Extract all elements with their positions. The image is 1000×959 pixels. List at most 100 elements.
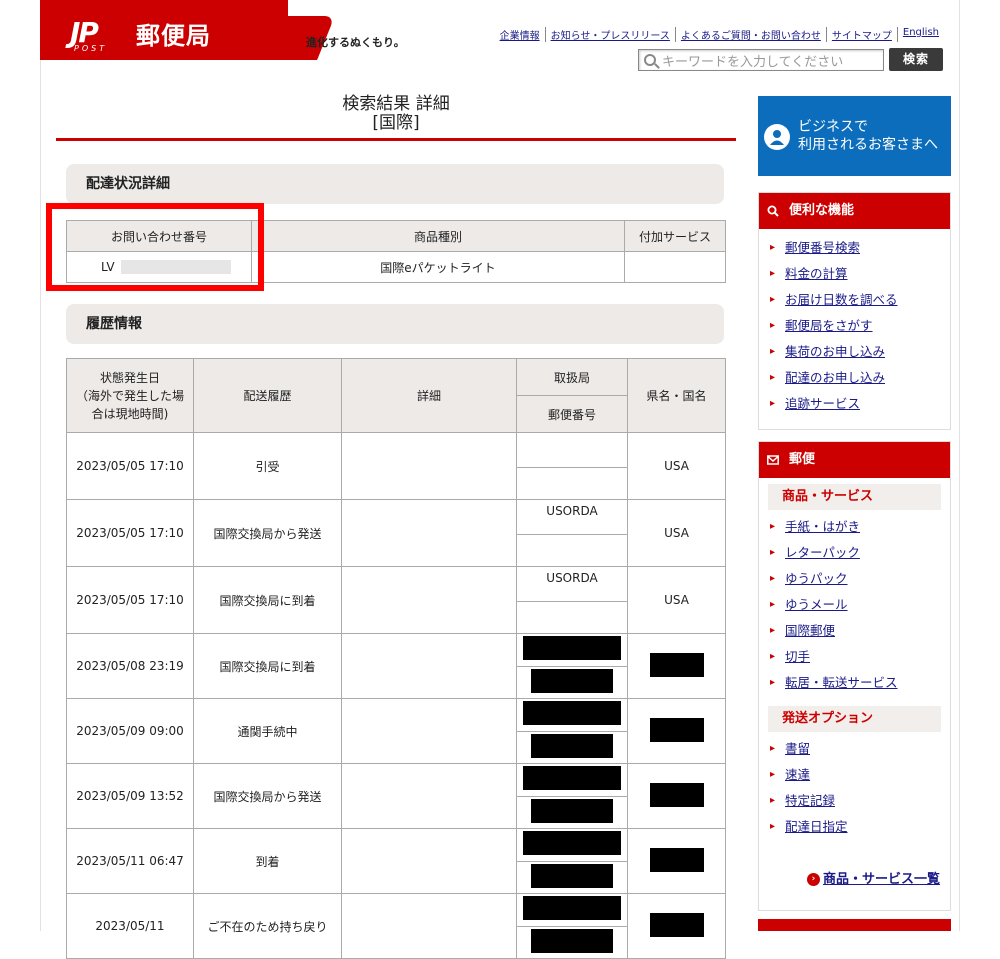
- history-date: 2023/05/09 09:00: [66, 698, 194, 764]
- redaction-mask: [649, 912, 704, 937]
- product-type-cell: 国際eパケットライト: [251, 251, 625, 283]
- redaction-mask: [531, 929, 613, 953]
- history-region: [627, 698, 726, 764]
- redaction-mask: [523, 766, 621, 790]
- sidebar-item-feature[interactable]: 郵便局をさがす: [759, 313, 950, 339]
- history-event: 通関手続中: [193, 698, 342, 764]
- business-banner-text: ビジネスで 利用されるお客さまへ: [798, 119, 938, 153]
- top-links: 企業情報 お知らせ・プレスリリース よくあるご質問・お問い合わせ サイトマップ …: [495, 27, 944, 42]
- title-rule: [56, 138, 736, 141]
- history-office: USORDA: [516, 499, 628, 535]
- history-date: 2023/05/11: [66, 893, 194, 959]
- col-date-label: 状態発生日 （海外で発生した場合は現地時間): [75, 370, 184, 421]
- history-office: [516, 893, 628, 927]
- history-date: 2023/05/05 17:10: [66, 432, 194, 500]
- all-products-label: 商品・サービス一覧: [822, 872, 940, 887]
- search-input[interactable]: キーワードを入力してください: [638, 49, 884, 71]
- col-product-type: 商品種別: [251, 220, 625, 252]
- table-row: 2023/05/08 23:19 国際交換局に到着: [66, 633, 726, 699]
- history-event: 引受: [193, 432, 342, 500]
- history-region: USA: [627, 566, 726, 634]
- redaction-mask: [649, 847, 704, 872]
- redaction-mask: [531, 734, 613, 758]
- history-date: 2023/05/09 13:52: [66, 763, 194, 829]
- sidebar-item-feature-label: 配達のお申し込み: [785, 370, 886, 385]
- history-detail: [341, 763, 517, 829]
- col-event: 配送履歴: [193, 358, 342, 433]
- mail-panel: 郵便 商品・サービス 手紙・はがきレターパックゆうパックゆうメール国際郵便切手転…: [758, 441, 951, 911]
- sidebar-item-product[interactable]: 転居・転送サービス: [759, 670, 950, 696]
- sidebar-item-feature-label: 集荷のお申し込み: [785, 344, 886, 359]
- redaction-mask: [531, 669, 613, 693]
- sidebar-item-feature[interactable]: お届け日数を調べる: [759, 287, 950, 313]
- sidebar-item-product[interactable]: 手紙・はがき: [759, 514, 950, 540]
- next-panel-edge: [758, 919, 951, 931]
- sidebar-item-option[interactable]: 書留: [759, 736, 950, 762]
- link-sitemap[interactable]: サイトマップ: [825, 27, 897, 42]
- table-row: 2023/05/11 06:47 到着: [66, 828, 726, 894]
- history-detail: [341, 432, 517, 500]
- all-products-link[interactable]: › 商品・サービス一覧: [806, 868, 940, 887]
- link-english[interactable]: English: [896, 27, 944, 42]
- sidebar-item-product-label: 手紙・はがき: [785, 519, 861, 534]
- redaction-mask: [649, 782, 704, 807]
- col-date: 状態発生日 （海外で発生した場合は現地時間): [66, 358, 194, 433]
- sidebar-item-product-label: 切手: [785, 649, 811, 664]
- sidebar-item-option[interactable]: 配達日指定: [759, 814, 950, 840]
- history-office: [516, 633, 628, 667]
- main-content: 検索結果 詳細 [国際]: [56, 88, 736, 141]
- search-button[interactable]: 検索: [889, 48, 943, 71]
- sidebar-item-feature[interactable]: 追跡サービス: [759, 391, 950, 417]
- sidebar-item-product-label: 転居・転送サービス: [785, 675, 898, 690]
- sidebar-item-product-label: レターパック: [785, 545, 860, 560]
- sidebar-item-product[interactable]: 切手: [759, 644, 950, 670]
- redaction-mask: [649, 652, 704, 677]
- sidebar-item-feature-label: 料金の計算: [785, 266, 848, 281]
- history-table: 状態発生日 （海外で発生した場合は現地時間) 配送履歴 詳細 取扱局 県名・国名…: [66, 358, 726, 959]
- history-postal: [516, 731, 628, 764]
- sidebar-item-product[interactable]: レターパック: [759, 540, 950, 566]
- redaction-mask: [531, 864, 613, 888]
- sidebar-item-product-label: ゆうメール: [785, 597, 848, 612]
- link-faq[interactable]: よくあるご質問・お問い合わせ: [674, 27, 826, 42]
- sidebar-item-product[interactable]: ゆうパック: [759, 566, 950, 592]
- link-corporate[interactable]: 企業情報: [495, 27, 545, 42]
- sidebar-item-feature[interactable]: 集荷のお申し込み: [759, 339, 950, 365]
- sidebar-item-product[interactable]: ゆうメール: [759, 592, 950, 618]
- redaction-mask: [523, 701, 621, 725]
- sidebar-item-feature[interactable]: 配達のお申し込み: [759, 365, 950, 391]
- history-office: [516, 698, 628, 732]
- sidebar-item-option[interactable]: 特定記録: [759, 788, 950, 814]
- sidebar-item-option[interactable]: 速達: [759, 762, 950, 788]
- history-detail: [341, 566, 517, 634]
- sidebar-item-feature-label: 追跡サービス: [785, 396, 861, 411]
- envelope-icon: [767, 455, 779, 465]
- sidebar-item-product[interactable]: 国際郵便: [759, 618, 950, 644]
- redaction-mask: [523, 896, 621, 920]
- table-row: 2023/05/05 17:10 国際交換局に到着 USORDA USA: [66, 566, 726, 634]
- page-title-line2: [国際]: [372, 113, 420, 133]
- products-subheading: 商品・サービス: [768, 484, 941, 510]
- history-region: [627, 633, 726, 699]
- table-row: 2023/05/05 17:10 国際交換局から発送 USORDA USA: [66, 499, 726, 567]
- col-postal: 郵便番号: [516, 395, 628, 433]
- sidebar-item-feature-label: 郵便番号検索: [785, 240, 861, 255]
- history-region: USA: [627, 432, 726, 500]
- sidebar-item-feature[interactable]: 郵便番号検索: [759, 235, 950, 261]
- history-event: 到着: [193, 828, 342, 894]
- arrow-circle-icon: ›: [806, 873, 820, 886]
- col-region: 県名・国名: [627, 358, 726, 433]
- history-heading: 履歴情報: [66, 304, 724, 344]
- person-icon: [764, 124, 790, 150]
- history-postal: [516, 926, 628, 959]
- search-icon: [767, 205, 779, 217]
- link-news[interactable]: お知らせ・プレスリリース: [544, 27, 675, 42]
- mail-title: 郵便: [789, 452, 816, 467]
- features-title: 便利な機能: [789, 203, 855, 218]
- logo-name[interactable]: 郵便局: [136, 16, 211, 51]
- col-extra-service: 付加サービス: [624, 220, 726, 252]
- history-postal: [516, 534, 628, 567]
- business-banner[interactable]: ビジネスで 利用されるお客さまへ: [758, 96, 951, 176]
- history-event: 国際交換局に到着: [193, 566, 342, 634]
- sidebar-item-feature[interactable]: 料金の計算: [759, 261, 950, 287]
